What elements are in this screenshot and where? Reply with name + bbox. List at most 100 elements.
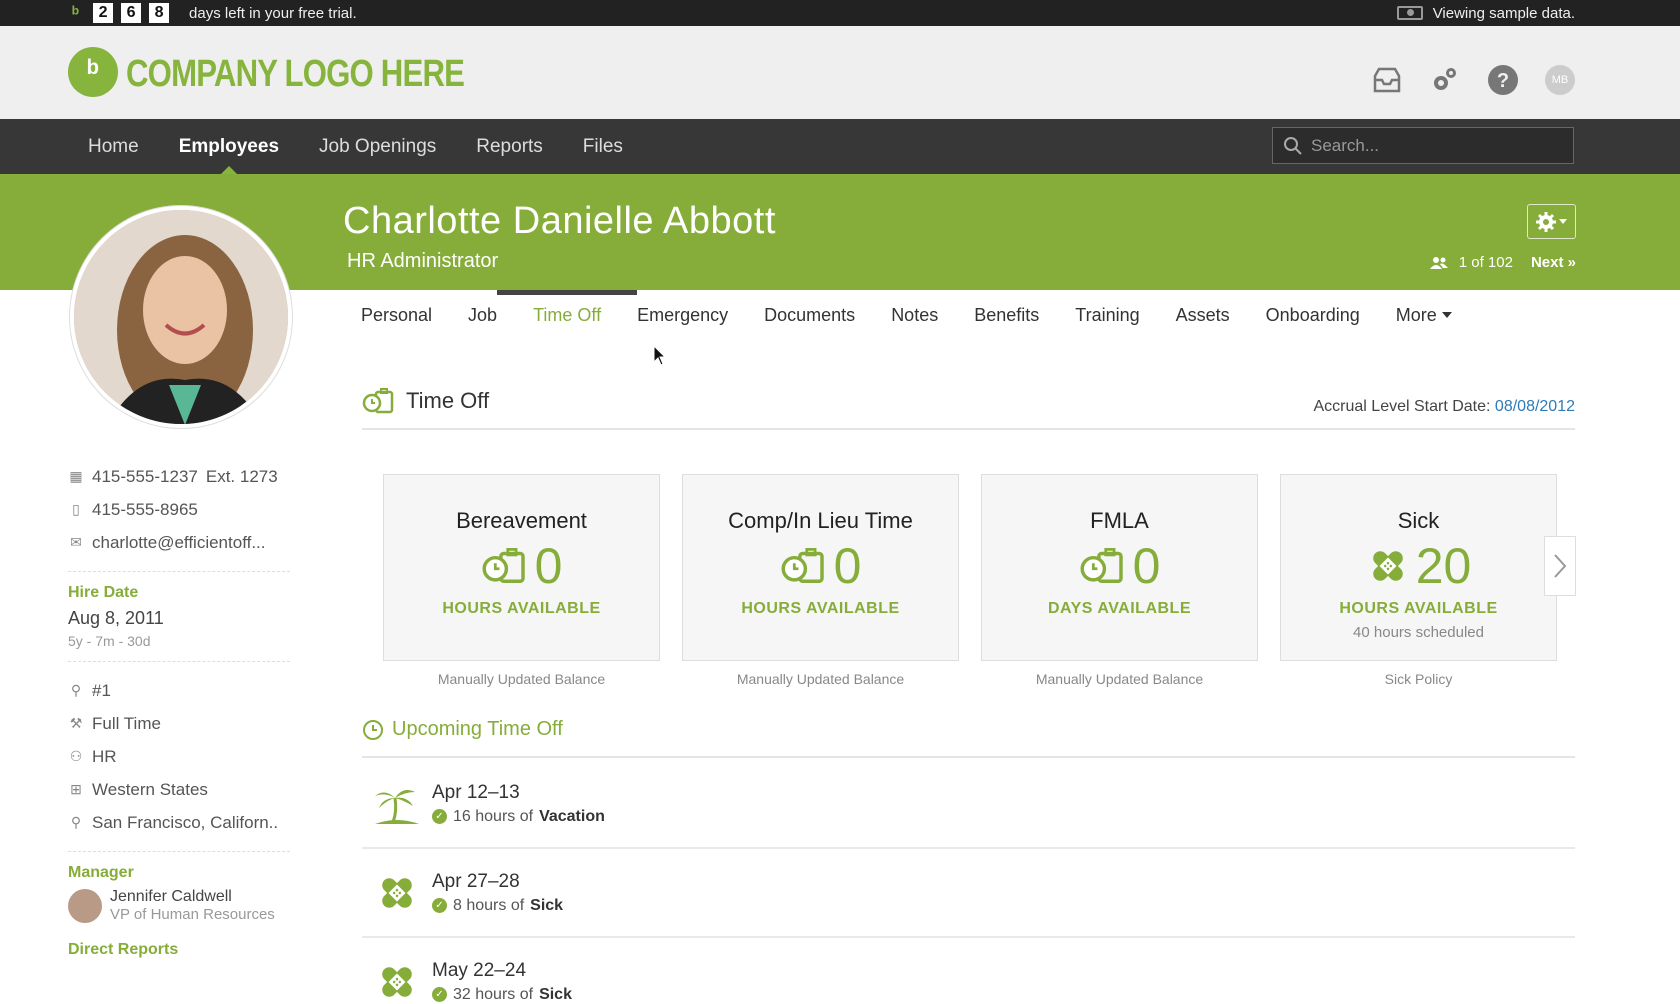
tenure: 5y - 7m - 30d (68, 633, 151, 649)
check-icon: ✓ (432, 898, 447, 913)
search-icon (1284, 136, 1302, 155)
nav-item-reports[interactable]: Reports (456, 119, 563, 174)
company-logo-text[interactable]: COMPANY LOGO HERE (126, 53, 465, 96)
clock-suitcase-icon (781, 548, 824, 583)
help-icon[interactable]: ? (1487, 64, 1519, 96)
tab-more[interactable]: More (1378, 290, 1470, 340)
time-off-card-comp: Comp/In Lieu Time 0 HOURS AVAILABLE Manu… (682, 474, 959, 687)
tab-benefits[interactable]: Benefits (956, 290, 1057, 340)
caret-down-icon (1441, 312, 1452, 318)
upcoming-title: Upcoming Time Off (392, 718, 563, 740)
employee-settings-button[interactable] (1527, 204, 1576, 239)
mobile-phone[interactable]: 415-555-8965 (92, 500, 198, 520)
hire-date-label: Hire Date (68, 584, 139, 601)
employee-sidebar: ▦ 415-555-1237 Ext. 1273 ▯ 415-555-8965 … (68, 460, 290, 965)
employee-name: Charlotte Danielle Abbott (343, 200, 776, 242)
upcoming-item[interactable]: May 22–24 ✓ 32 hours of Sick (362, 938, 1575, 1004)
trial-text: days left in your free trial. (189, 4, 357, 22)
upcoming-item[interactable]: Apr 27–28 ✓ 8 hours of Sick (362, 849, 1575, 938)
balance-card[interactable]: FMLA 0 DAYS AVAILABLE (981, 474, 1258, 661)
search-input[interactable] (1311, 135, 1561, 156)
balance-card[interactable]: Comp/In Lieu Time 0 HOURS AVAILABLE (682, 474, 959, 661)
tab-training[interactable]: Training (1057, 290, 1157, 340)
card-unit: HOURS AVAILABLE (442, 600, 601, 617)
trial-digit: 6 (121, 3, 142, 23)
nav-item-job-openings[interactable]: Job Openings (299, 119, 456, 174)
bandage-icon (382, 966, 412, 997)
divider (68, 851, 290, 852)
divider (68, 571, 290, 572)
tab-onboarding[interactable]: Onboarding (1248, 290, 1378, 340)
tab-personal[interactable]: Personal (343, 290, 450, 340)
check-icon: ✓ (432, 809, 447, 824)
cards-next-button[interactable] (1544, 536, 1576, 596)
employee-number: #1 (92, 680, 111, 700)
nav-item-employees[interactable]: Employees (159, 119, 299, 174)
employee-title: HR Administrator (347, 250, 499, 272)
upcoming-hours: 8 hours of (453, 896, 525, 914)
card-title: Sick (1397, 508, 1440, 533)
balance-card[interactable]: Sick 20 HOURS AVAILABLE 40 hours schedul… (1280, 474, 1557, 661)
upcoming-date: Apr 27–28 (432, 870, 520, 892)
manager-card[interactable]: Jennifer Caldwell VP of Human Resources (68, 888, 290, 923)
bandage-icon (382, 877, 412, 908)
company-logo-icon[interactable]: ᵇ (68, 47, 118, 97)
employee-pager: 1 of 102 Next » (1429, 254, 1576, 271)
tab-job[interactable]: Job (450, 290, 515, 340)
manager-avatar (68, 888, 102, 923)
nav-item-files[interactable]: Files (563, 119, 643, 174)
card-title: Bereavement (456, 508, 587, 533)
manager-name[interactable]: Jennifer Caldwell (110, 888, 275, 906)
upcoming-item[interactable]: Apr 12–13 ✓ 16 hours of Vacation (362, 760, 1575, 849)
time-off-cards: Bereavement 0 HOURS AVAILABLE Manually U… (383, 474, 1557, 687)
card-unit: HOURS AVAILABLE (1339, 600, 1498, 617)
card-title: FMLA (1090, 508, 1149, 533)
inbox-icon[interactable] (1371, 64, 1403, 96)
direct-reports-label: Direct Reports (68, 941, 179, 958)
accrual-label: Accrual Level Start Date: (1313, 398, 1491, 415)
building-phone-icon: ▦ (69, 468, 83, 484)
email-link[interactable]: charlotte@efficientoff... (92, 533, 266, 553)
sample-data-text[interactable]: Viewing sample data. (1433, 5, 1575, 22)
tab-time-off[interactable]: Time Off (497, 290, 638, 340)
employee-number-icon: ⚲ (70, 682, 82, 698)
tab-notes[interactable]: Notes (873, 290, 956, 340)
tab-documents[interactable]: Documents (746, 290, 873, 340)
clock-suitcase-icon (362, 388, 394, 414)
clock-icon (363, 719, 383, 740)
trial-logo-icon: ᵇ (72, 2, 80, 23)
settings-gears-icon[interactable] (1429, 64, 1461, 96)
accrual-date-link[interactable]: 08/08/2012 (1495, 398, 1575, 415)
people-icon (1429, 256, 1448, 269)
employee-photo (70, 206, 292, 428)
profile-tabs: Personal Job Time Off Emergency Document… (343, 290, 1470, 340)
svg-text:?: ? (1497, 70, 1509, 92)
card-value: 0 (534, 538, 563, 594)
hire-date: Aug 8, 2011 (68, 608, 164, 628)
clock-suitcase-icon (1080, 548, 1123, 583)
balance-card[interactable]: Bereavement 0 HOURS AVAILABLE (383, 474, 660, 661)
next-employee-link[interactable]: Next » (1531, 254, 1576, 271)
chevron-right-icon (1554, 554, 1567, 578)
divider (68, 661, 290, 662)
tab-more-label: More (1395, 304, 1437, 325)
clock-suitcase-icon (482, 548, 525, 583)
org-chart-icon: ⊞ (70, 781, 82, 797)
manager-title: VP of Human Resources (110, 906, 275, 923)
tab-assets[interactable]: Assets (1158, 290, 1248, 340)
work-ext: Ext. 1273 (205, 466, 278, 486)
upcoming-header: Upcoming Time Off (362, 718, 1575, 758)
time-off-card-sick: Sick 20 HOURS AVAILABLE 40 hours schedul… (1280, 474, 1557, 687)
accrual-start: Accrual Level Start Date: 08/08/2012 (1314, 398, 1576, 416)
upcoming-date: Apr 12–13 (432, 781, 520, 803)
search-box (1272, 127, 1574, 164)
user-avatar[interactable]: MB (1545, 65, 1575, 95)
nav-item-home[interactable]: Home (68, 119, 159, 174)
upcoming-type: Sick (530, 896, 564, 914)
tab-emergency[interactable]: Emergency (619, 290, 746, 340)
wrench-icon: ⚒ (69, 715, 83, 731)
work-phone[interactable]: 415-555-1237 (92, 467, 198, 487)
card-title: Comp/In Lieu Time (728, 508, 913, 533)
manager-label: Manager (68, 864, 134, 881)
location: San Francisco, Californ.. (92, 812, 279, 832)
